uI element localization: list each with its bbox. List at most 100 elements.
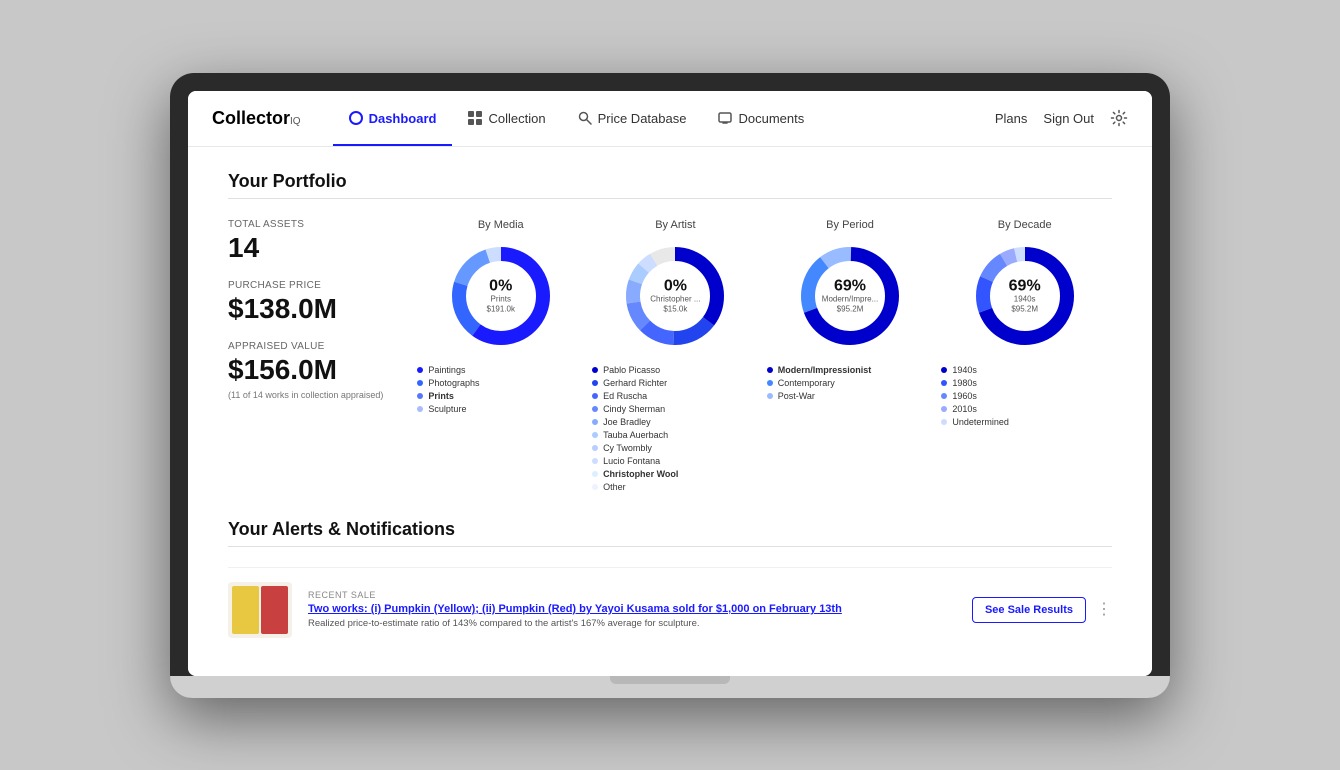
alert-card: Recent sale Two works: (i) Pumpkin (Yell… [228,567,1112,652]
plans-link[interactable]: Plans [995,111,1028,126]
legend-item: 1960s [941,391,1108,401]
sign-out-link[interactable]: Sign Out [1043,111,1094,126]
donut-artist: 0% Christopher ... $15.0k [620,241,730,351]
nav-documents-label: Documents [738,111,804,126]
appraised-note: (11 of 14 works in collection appraised) [228,390,383,400]
legend-item: Photographs [417,378,584,388]
legend-dot [592,419,598,425]
legend-item: Tauba Auerbach [592,430,759,440]
legend-dot [941,393,947,399]
legend-dot [592,406,598,412]
legend-item: Post-War [767,391,934,401]
legend-dot [417,380,423,386]
chart-by-period: By Period 69% Modern/I [763,219,938,495]
portfolio-section: Your Portfolio Total Assets 14 Purchase … [228,171,1112,495]
alerts-section: Your Alerts & Notifications Recent sale … [228,519,1112,652]
alert-tag: Recent sale [308,590,956,600]
alert-title-link[interactable]: Two works: (i) Pumpkin (Yellow); (ii) Pu… [308,603,956,615]
alert-thumbnail [228,582,292,638]
legend-item: Paintings [417,365,584,375]
chart-period-title: By Period [826,219,874,231]
more-options-icon[interactable]: ⋮ [1096,602,1112,618]
chart-decade-title: By Decade [998,219,1052,231]
dashboard-icon [349,111,363,125]
total-assets-label: Total Assets [228,219,383,230]
legend-dot [417,393,423,399]
legend-dot [417,367,423,373]
laptop-frame: CollectorIQ Dashboard Collection [170,73,1170,698]
laptop-base [170,676,1170,698]
donut-period-center: 69% Modern/Impre... $95.2M [822,278,878,313]
alert-content: Recent sale Two works: (i) Pumpkin (Yell… [308,590,956,629]
legend-item: Undetermined [941,417,1108,427]
portfolio-grid: Total Assets 14 Purchase Price $138.0M A… [228,219,1112,495]
legend-item: Ed Ruscha [592,391,759,401]
nav-price-database[interactable]: Price Database [562,91,703,147]
art-block-yellow [232,586,259,634]
legend-item: Prints [417,391,584,401]
logo-text: Collector [212,108,290,129]
legend-dot [592,367,598,373]
legend-item: 1940s [941,365,1108,375]
legend-item: 2010s [941,404,1108,414]
main-content: Your Portfolio Total Assets 14 Purchase … [188,147,1152,676]
purchase-price-label: Purchase Price [228,280,383,291]
total-assets-value: 14 [228,232,383,264]
charts-area: By Media [413,219,1112,495]
legend-artist: Pablo Picasso Gerhard Richter Ed Ruscha [588,365,763,495]
legend-dot [417,406,423,412]
nav-price-database-label: Price Database [598,111,687,126]
alerts-divider [228,546,1112,547]
art-block-red [261,586,288,634]
nav-links: Dashboard Collection P [333,91,995,147]
chart-by-media: By Media [413,219,588,495]
legend-period: Modern/Impressionist Contemporary Post-W… [763,365,938,404]
settings-icon[interactable] [1110,109,1128,127]
legend-dot [592,445,598,451]
legend-dot [941,380,947,386]
chart-by-artist: By Artist [588,219,763,495]
portfolio-divider [228,198,1112,199]
collection-icon [468,111,482,125]
legend-dot [592,393,598,399]
appraised-value-label: Appraised Value [228,341,383,352]
donut-media: 0% Prints $191.0k [446,241,556,351]
alert-description: Realized price-to-estimate ratio of 143%… [308,618,956,629]
legend-item: 1980s [941,378,1108,388]
legend-dot [592,458,598,464]
legend-dot [941,419,947,425]
legend-item: Other [592,482,759,492]
nav-dashboard[interactable]: Dashboard [333,91,453,147]
alerts-title: Your Alerts & Notifications [228,519,1112,540]
alert-artwork [228,582,292,638]
nav-collection[interactable]: Collection [452,91,561,147]
donut-artist-center: 0% Christopher ... $15.0k [650,278,700,313]
alert-actions: See Sale Results ⋮ [972,597,1112,623]
legend-item: Contemporary [767,378,934,388]
legend-dot [767,380,773,386]
legend-dot [767,393,773,399]
nav-documents[interactable]: Documents [702,91,820,147]
donut-decade-center: 69% 1940s $95.2M [1009,278,1041,313]
legend-dot [941,367,947,373]
search-icon [578,111,592,125]
purchase-price-value: $138.0M [228,293,383,325]
donut-media-center: 0% Prints $191.0k [487,278,515,313]
legend-dot [592,471,598,477]
appraised-value-value: $156.0M [228,354,383,386]
navigation: CollectorIQ Dashboard Collection [188,91,1152,147]
legend-dot [941,406,947,412]
legend-item: Cindy Sherman [592,404,759,414]
logo-super: IQ [290,116,301,127]
chart-media-title: By Media [478,219,524,231]
see-results-button[interactable]: See Sale Results [972,597,1086,623]
legend-item: Lucio Fontana [592,456,759,466]
donut-decade: 69% 1940s $95.2M [970,241,1080,351]
chart-by-decade: By Decade [937,219,1112,495]
portfolio-title: Your Portfolio [228,171,1112,192]
donut-period: 69% Modern/Impre... $95.2M [795,241,905,351]
portfolio-stats: Total Assets 14 Purchase Price $138.0M A… [228,219,413,416]
legend-item: Pablo Picasso [592,365,759,375]
legend-dot [767,367,773,373]
nav-dashboard-label: Dashboard [369,111,437,126]
